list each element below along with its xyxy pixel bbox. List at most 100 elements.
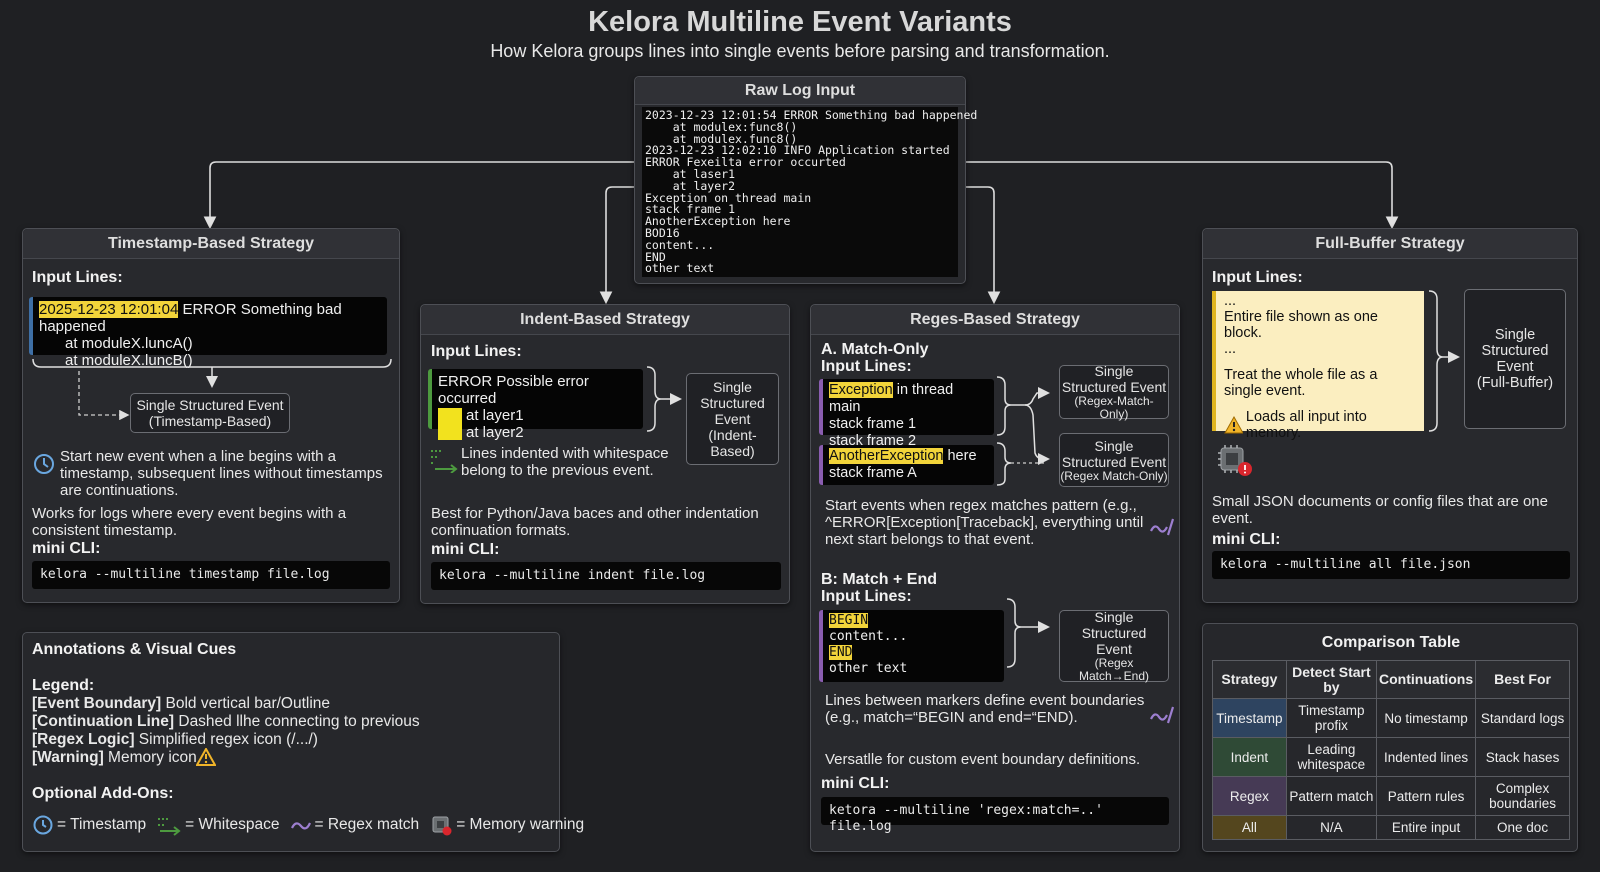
table-cell: All (1212, 815, 1287, 840)
regex-b-content: content... (829, 629, 908, 644)
regex-b-begin: BEGIN (829, 613, 869, 628)
regex-b-block: BEGIN content... END other text (819, 610, 1004, 682)
table-cell: Timestamp (1212, 698, 1287, 738)
event-box-line: (Regex-Match-Only) (1074, 394, 1154, 421)
indent-cli-label: mini CLI: (431, 541, 500, 558)
fullbuffer-description: Small JSON documents or config files tha… (1212, 493, 1548, 527)
table-cell: Stack hases (1475, 737, 1570, 777)
legend-text: Bold vertical bar/Outline (161, 695, 331, 712)
comparison-table: Strategy Detect Start by Continuations Best… (1212, 660, 1570, 840)
comparison-header-cell: Continuations (1376, 660, 1477, 699)
fullbuffer-cli-label: mini CLI: (1212, 531, 1281, 548)
table-row: All N/A Entire input One doc (1212, 815, 1570, 840)
regex-b-input-label: Input Lines: (821, 588, 912, 605)
addon-whitespace: = Whitespace (185, 816, 280, 833)
warning-icon (196, 748, 216, 766)
timestamp-cli-label: mini CLI: (32, 540, 101, 557)
raw-log-line: content... (645, 237, 715, 252)
raw-log-panel: Raw Log Input 2023-12-23 12:01:54 ERROR … (634, 76, 977, 284)
clock-icon (33, 815, 53, 835)
event-box-line: Structured Event (1061, 453, 1167, 470)
event-box-line: Structured (700, 395, 765, 411)
table-cell: Complex boundaries (1475, 776, 1570, 816)
timestamp-description: Start new event when a line begins with … (60, 448, 383, 499)
timestamp-event-line1: Single Structured Event (136, 397, 284, 413)
arrow-to-timestamp (203, 161, 634, 230)
event-box-line: Single (1094, 363, 1134, 379)
comparison-header-row: Strategy Detect Start by Continuations Best… (1212, 660, 1570, 699)
regex-icon (290, 822, 311, 830)
comparison-header-cell: Detect Start by (1285, 660, 1378, 699)
legend-items: [Event Boundary] Bold vertical bar/Outli… (32, 695, 420, 767)
timestamp-cli-command[interactable]: kelora --multiline timestamp file.log (32, 561, 390, 589)
indent-cli-command[interactable]: kelora --multiline indent file.log (431, 562, 781, 590)
event-box-line: (Full-Buffer) (1476, 375, 1554, 391)
table-row: Regex Pattern match Pattern rules Complex b… (1212, 776, 1570, 816)
timestamp-strategy-panel: Timestamp-Based Strategy Input Lines: 20… (22, 228, 400, 603)
event-box-line: Event (1096, 641, 1132, 657)
regex-b-description-2: Versatlle for custom event boundary defi… (825, 751, 1141, 768)
legend-text: Simplified regex icon (/.../) (134, 731, 318, 748)
fullbuffer-cli-command[interactable]: kelora --multiline all file.json (1212, 551, 1570, 579)
legend-text: Memory icon (103, 749, 197, 766)
annotations-title: Annotations & Visual Cues (32, 641, 237, 658)
arrow-to-fullbuffer (966, 161, 1399, 230)
regex-b-other: other text (829, 661, 908, 676)
event-box-line: Single (1494, 327, 1536, 343)
raw-log-line: other text (645, 261, 715, 276)
regex-b-description: Lines between markers define event bound… (825, 692, 1145, 726)
comparison-title: Comparison Table (1321, 634, 1461, 651)
event-box-line: Based) (710, 443, 755, 459)
table-row: Timestamp Timestamp profix No timestamp Sta… (1212, 698, 1570, 738)
raw-log-text: 2023-12-23 12:01:54 ERROR Something bad … (642, 107, 977, 277)
arrow-to-indent (599, 186, 634, 305)
event-box-line: Structured (1081, 625, 1147, 641)
regex-b-label: B: Match + End (821, 571, 938, 588)
legend-item: [Event Boundary] Bold vertical bar/Outli… (32, 695, 420, 713)
addons-label: Optional Add-Ons: (32, 785, 174, 802)
table-cell: Pattern rules (1376, 776, 1477, 816)
event-box-line: Single (713, 379, 752, 395)
addon-regex: = Regex match (314, 816, 420, 833)
event-box-line: (Indent- (708, 427, 757, 443)
legend-key: [Event Boundary] (32, 695, 162, 712)
table-cell: Timestamp profix (1285, 698, 1378, 738)
legend-item: [Continuation Line] Dashed llhe connecti… (32, 713, 420, 731)
table-cell: N/A (1285, 815, 1378, 840)
event-box-line: Event (714, 411, 751, 427)
fullbuffer-event-box: Single Structured Event (Full-Buffer) (1464, 289, 1566, 429)
regex-cli-command[interactable]: ketora --multiline 'regex:match=..' file… (821, 797, 1169, 834)
legend-key: [Regex Logic] (32, 731, 135, 748)
event-box-line: Event (1496, 359, 1534, 375)
table-cell: Standard logs (1475, 698, 1570, 738)
table-cell: Indented lines (1376, 737, 1477, 777)
indent-strategy-panel: Indent-Based Strategy Input Lines: ERROR… (420, 304, 790, 604)
indent-note: Lines indented with whitespace belong to… (461, 445, 669, 479)
whitespace-icon (158, 818, 181, 836)
timestamp-event-line2: (Timestamp-Based) (148, 413, 272, 429)
table-cell: Leading whitespace (1285, 737, 1378, 777)
regex-a-description: Start events when regex matches pattern … (825, 497, 1144, 548)
memory-warning-icon (1218, 445, 1252, 476)
indent-description: Best for Python/Java baces and other ind… (431, 505, 759, 539)
legend-item: [Warning] Memory icon (32, 749, 420, 767)
event-box-line: Structured (1481, 343, 1549, 359)
legend-label: Legend: (32, 677, 95, 694)
arrow-to-regex (966, 186, 1001, 305)
timestamp-event-box: Single Structured Event (Timestamp-Based… (130, 393, 290, 433)
regex-icon (1150, 518, 1175, 536)
clock-icon (34, 454, 54, 474)
whitespace-icon (431, 450, 458, 473)
event-box-line: (Regex Match-Only) (1060, 468, 1168, 483)
addon-timestamp: = Timestamp (57, 816, 147, 833)
legend-key: [Continuation Line] (32, 713, 175, 730)
table-cell: One doc (1475, 815, 1570, 840)
addon-memory: = Memory warning (456, 816, 585, 833)
comparison-header-cell: Strategy (1212, 660, 1287, 699)
regex-a-event-box1: Single Structured Event (Regex-Match-Only) (1059, 363, 1169, 421)
comparison-panel: Comparison Table Strategy Detect Start by… (1202, 623, 1578, 852)
event-box-line: Single (1094, 437, 1134, 454)
addons-row: = Timestamp = Whitespace = Regex match =… (32, 813, 584, 837)
raw-log-title: Raw Log Input (635, 77, 965, 105)
legend-key: [Warning] (32, 749, 104, 766)
